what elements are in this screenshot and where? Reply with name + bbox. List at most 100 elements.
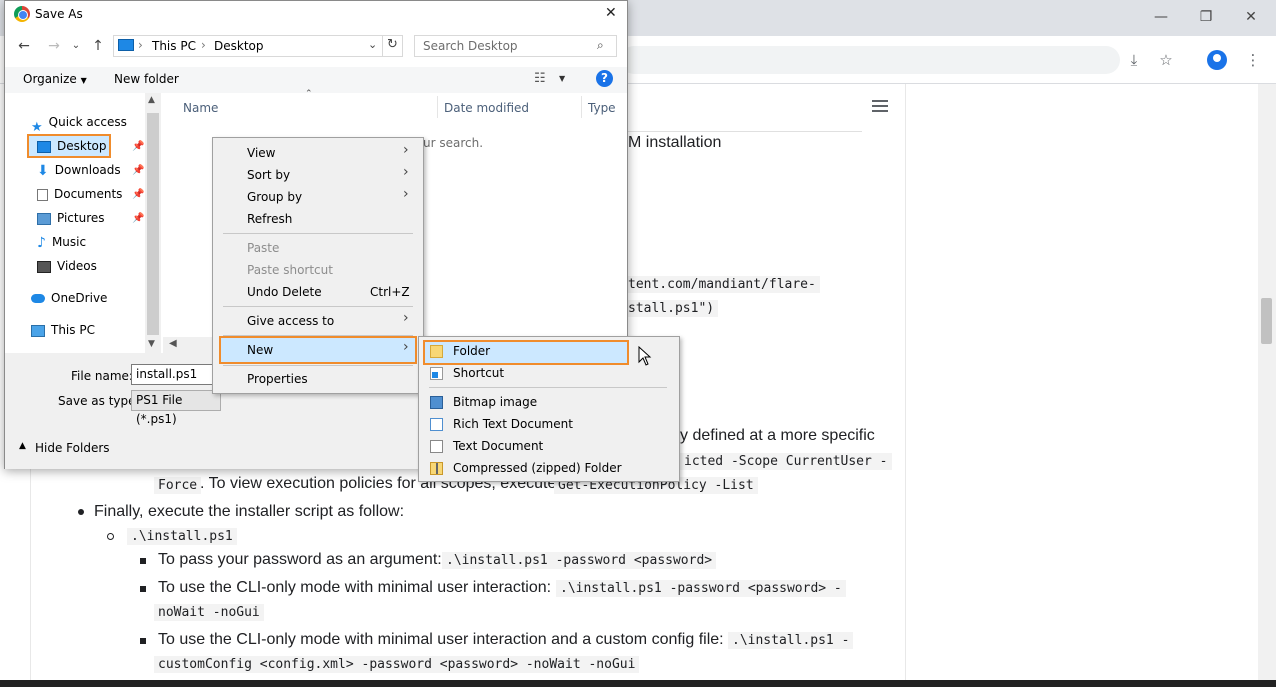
back-icon[interactable]: ← bbox=[16, 38, 32, 54]
menu-item-refresh[interactable]: Refresh bbox=[247, 208, 292, 230]
nav-label: Pictures bbox=[57, 211, 105, 225]
menu-item-give-access[interactable]: Give access to bbox=[247, 310, 334, 332]
caret-down-icon: ▼ bbox=[80, 76, 87, 85]
nav-this-pc[interactable]: This PC bbox=[31, 319, 95, 341]
nav-music[interactable]: ♪ Music bbox=[37, 231, 86, 253]
browser-menu-icon[interactable]: ⋮ bbox=[1243, 50, 1263, 70]
rich-text-icon bbox=[430, 418, 443, 431]
pictures-icon bbox=[37, 212, 51, 225]
cloud-icon bbox=[31, 294, 45, 303]
organize-label: Organize bbox=[23, 72, 77, 86]
this-pc-icon bbox=[118, 39, 134, 51]
pin-icon[interactable]: 📌 bbox=[132, 165, 144, 176]
submenu-arrow-icon: › bbox=[403, 186, 409, 202]
file-name-field[interactable]: install.ps1 bbox=[131, 364, 221, 385]
page-scrollbar[interactable] bbox=[1258, 84, 1276, 680]
scroll-down-icon[interactable]: ▼ bbox=[148, 339, 155, 349]
submenu-item-text-document[interactable]: Text Document bbox=[453, 435, 543, 457]
column-type[interactable]: Type bbox=[588, 101, 616, 115]
refresh-icon[interactable]: ↻ bbox=[387, 37, 398, 52]
scrollbar-thumb[interactable] bbox=[147, 113, 159, 335]
submenu-item-rich-text[interactable]: Rich Text Document bbox=[453, 413, 573, 435]
nav-videos[interactable]: Videos bbox=[37, 255, 97, 277]
close-browser-button[interactable]: ✕ bbox=[1240, 8, 1262, 26]
search-placeholder: Search Desktop bbox=[423, 39, 518, 53]
finally-text: Finally, execute the installer script as… bbox=[94, 503, 405, 520]
nav-onedrive[interactable]: OneDrive bbox=[31, 287, 107, 309]
menu-item-view[interactable]: View bbox=[247, 142, 275, 164]
nav-scrollbar[interactable]: ▲ ▼ bbox=[145, 93, 161, 353]
table-of-contents-icon[interactable] bbox=[872, 100, 888, 114]
folder-icon bbox=[430, 345, 443, 358]
forward-icon[interactable]: → bbox=[46, 38, 62, 54]
divider bbox=[581, 96, 582, 118]
code-inline: .\install.ps1 - bbox=[728, 632, 854, 649]
breadcrumb-desktop[interactable]: Desktop bbox=[214, 39, 264, 53]
install-app-icon[interactable]: ⤓ bbox=[1124, 50, 1144, 70]
bullet bbox=[78, 509, 84, 515]
pin-icon[interactable]: 📌 bbox=[132, 189, 144, 200]
code-inline: customConfig <config.xml> -password <pas… bbox=[154, 656, 640, 673]
caret-down-icon[interactable]: ▼ bbox=[559, 74, 565, 83]
nav-quick-access[interactable]: ★ Quick access bbox=[31, 111, 127, 135]
nav-label: Music bbox=[51, 235, 87, 249]
menu-item-group-by[interactable]: Group by bbox=[247, 186, 302, 208]
bitmap-icon bbox=[430, 396, 443, 409]
search-input[interactable]: Search Desktop ⌕ bbox=[414, 35, 617, 57]
pin-icon[interactable]: 📌 bbox=[132, 141, 144, 152]
recent-dropdown-icon[interactable]: ⌄ bbox=[68, 38, 84, 54]
menu-item-properties[interactable]: Properties bbox=[247, 368, 308, 390]
submenu-item-folder[interactable]: Folder bbox=[453, 340, 490, 362]
help-icon[interactable]: ? bbox=[596, 70, 613, 87]
breadcrumb-bar[interactable]: › This PC › Desktop ⌄ ↻ bbox=[113, 35, 403, 57]
column-date-modified[interactable]: Date modified bbox=[444, 101, 529, 115]
minimize-button[interactable]: — bbox=[1150, 8, 1172, 26]
scrollbar-thumb[interactable] bbox=[1261, 298, 1272, 344]
music-note-icon: ♪ bbox=[37, 234, 46, 251]
shortcut-icon bbox=[430, 367, 443, 380]
nav-desktop[interactable]: Desktop bbox=[37, 135, 107, 157]
divider bbox=[437, 96, 438, 118]
pin-icon[interactable]: 📌 bbox=[132, 213, 144, 224]
menu-item-undo-delete[interactable]: Undo Delete bbox=[247, 281, 322, 303]
nav-pictures[interactable]: Pictures bbox=[37, 207, 105, 229]
zip-folder-icon bbox=[430, 462, 443, 475]
text-document-icon bbox=[430, 440, 443, 453]
up-icon[interactable]: ↑ bbox=[90, 38, 106, 54]
address-bar[interactable] bbox=[620, 46, 1120, 74]
menu-item-new[interactable]: New bbox=[247, 339, 273, 361]
submenu-item-zip[interactable]: Compressed (zipped) Folder bbox=[453, 457, 622, 479]
submenu-item-bitmap[interactable]: Bitmap image bbox=[453, 391, 537, 413]
hide-folders-button[interactable]: Hide Folders bbox=[35, 441, 110, 455]
menu-separator bbox=[223, 233, 413, 234]
restore-button[interactable]: ❐ bbox=[1195, 8, 1217, 26]
submenu-item-shortcut[interactable]: Shortcut bbox=[453, 362, 504, 384]
nav-downloads[interactable]: ⬇ Downloads bbox=[37, 159, 121, 181]
close-dialog-button[interactable]: ✕ bbox=[605, 5, 617, 21]
menu-item-sort-by[interactable]: Sort by bbox=[247, 164, 290, 186]
code-inline: Force bbox=[154, 477, 202, 494]
chevron-down-icon[interactable]: ⌄ bbox=[368, 38, 377, 51]
bookmark-star-icon[interactable]: ☆ bbox=[1156, 50, 1176, 70]
document-icon bbox=[37, 188, 48, 201]
cli-only-text: To use the CLI-only mode with minimal us… bbox=[158, 579, 552, 596]
chevron-up-icon[interactable]: ▲ bbox=[19, 441, 26, 451]
nav-label: Desktop bbox=[57, 139, 107, 153]
menu-item-paste[interactable]: Paste bbox=[247, 237, 279, 259]
nav-documents[interactable]: Documents bbox=[37, 183, 122, 205]
submenu-arrow-icon: › bbox=[403, 310, 409, 326]
menu-separator bbox=[223, 365, 413, 366]
view-options-icon[interactable]: ☷ bbox=[534, 71, 546, 86]
scroll-left-icon[interactable]: ◀ bbox=[169, 338, 177, 349]
nav-label: Quick access bbox=[48, 115, 127, 129]
scroll-up-icon[interactable]: ▲ bbox=[148, 95, 155, 105]
save-type-select[interactable]: PS1 File (*.ps1) bbox=[131, 390, 221, 426]
menu-item-paste-shortcut[interactable]: Paste shortcut bbox=[247, 259, 333, 281]
new-folder-button[interactable]: New folder bbox=[114, 72, 179, 86]
column-name[interactable]: Name bbox=[183, 101, 218, 115]
file-name-label: File name: bbox=[71, 369, 133, 383]
code-inline: .\install.ps1 -password <password> bbox=[442, 552, 717, 569]
organize-button[interactable]: Organize ▼ bbox=[23, 72, 87, 86]
breadcrumb-this-pc[interactable]: This PC bbox=[152, 39, 196, 53]
profile-avatar[interactable] bbox=[1207, 50, 1227, 70]
